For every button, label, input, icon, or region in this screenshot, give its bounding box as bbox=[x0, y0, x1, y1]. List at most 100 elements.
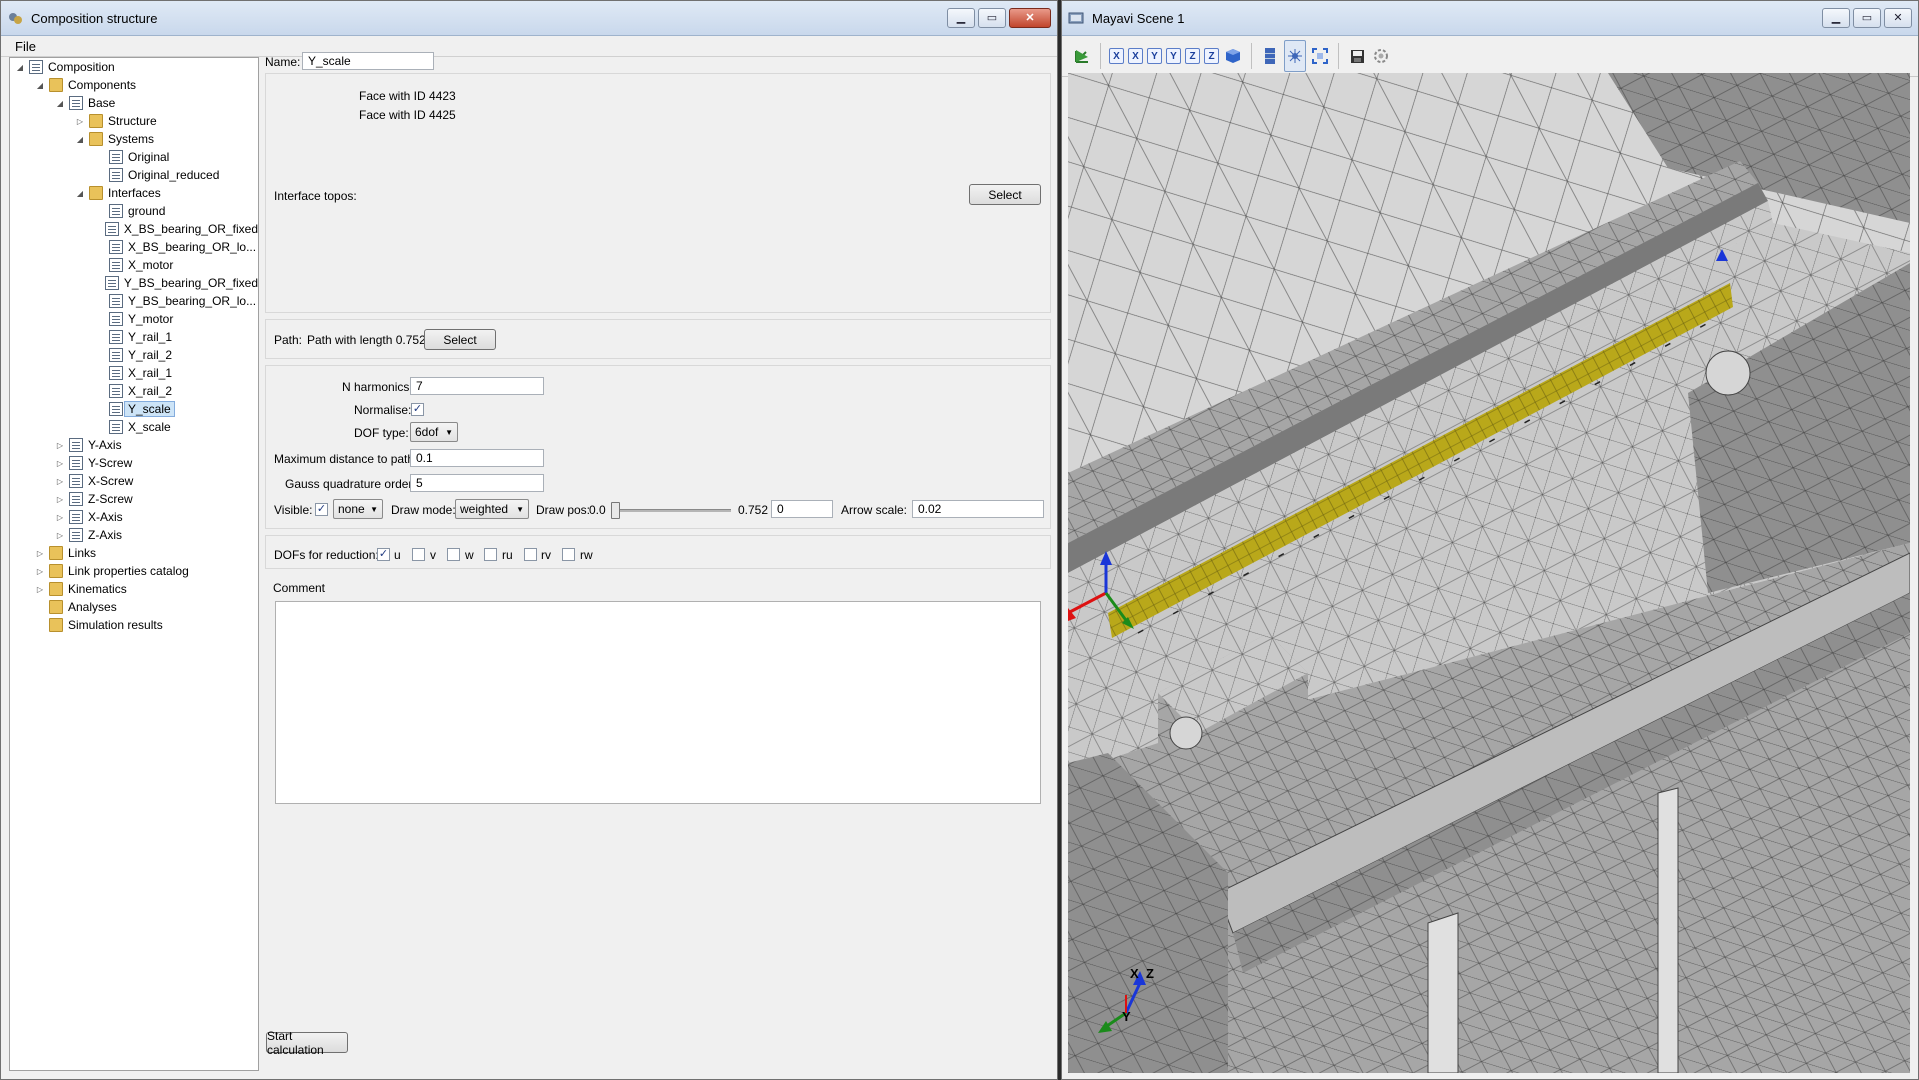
expand-right-icon[interactable]: ▷ bbox=[54, 513, 66, 522]
view-x-minus-icon[interactable]: X bbox=[1109, 48, 1124, 64]
tree-node[interactable]: X_BS_bearing_OR_fixed bbox=[10, 220, 258, 238]
minimize-button[interactable]: ▁ bbox=[947, 8, 975, 28]
expand-right-icon[interactable]: ▷ bbox=[34, 585, 46, 594]
tree-node[interactable]: ▷ Link properties catalog bbox=[10, 562, 258, 580]
tree-node[interactable]: ▷ Kinematics bbox=[10, 580, 258, 598]
view-y-plus-icon[interactable]: Y bbox=[1166, 48, 1181, 64]
pipeline-editor-icon[interactable] bbox=[1284, 40, 1306, 72]
view-z-plus-icon[interactable]: Z bbox=[1204, 48, 1219, 64]
maximize-button[interactable]: ▭ bbox=[1853, 8, 1881, 28]
gauss-order-input[interactable] bbox=[410, 474, 544, 492]
configure-scene-icon[interactable] bbox=[1371, 45, 1391, 67]
tree-node[interactable]: ▷ Y-Axis bbox=[10, 436, 258, 454]
tree-node[interactable]: ◢ Base bbox=[10, 94, 258, 112]
view-y-minus-icon[interactable]: Y bbox=[1147, 48, 1162, 64]
n-harmonics-input[interactable] bbox=[410, 377, 544, 395]
tree-node[interactable]: ▷ X-Screw bbox=[10, 472, 258, 490]
mayavi-titlebar[interactable]: Mayavi Scene 1 ▁ ▭ ✕ bbox=[1062, 1, 1918, 36]
tree-node[interactable]: ▷ Z-Axis bbox=[10, 526, 258, 544]
tree-node[interactable]: Y_rail_2 bbox=[10, 346, 258, 364]
tree-node[interactable]: ▷ Structure bbox=[10, 112, 258, 130]
expand-right-icon[interactable]: ▷ bbox=[74, 117, 86, 126]
tree-node[interactable]: ◢ Components bbox=[10, 76, 258, 94]
interface-select-button[interactable]: Select bbox=[969, 184, 1041, 205]
view-z-minus-icon[interactable]: Z bbox=[1185, 48, 1200, 64]
normalise-checkbox[interactable]: ✓ bbox=[411, 403, 424, 416]
tree-node[interactable]: ▷ Z-Screw bbox=[10, 490, 258, 508]
start-calculation-button[interactable]: Start calculation bbox=[266, 1029, 348, 1057]
path-select-button[interactable]: Select bbox=[424, 329, 496, 350]
tree-node[interactable]: Original_reduced bbox=[10, 166, 258, 184]
expand-down-icon[interactable]: ◢ bbox=[34, 81, 46, 90]
tree-node[interactable]: ground bbox=[10, 202, 258, 220]
tree-node[interactable]: Analyses bbox=[10, 598, 258, 616]
tree-node[interactable]: Y_rail_1 bbox=[10, 328, 258, 346]
maximize-button[interactable]: ▭ bbox=[978, 8, 1006, 28]
expand-down-icon[interactable]: ◢ bbox=[74, 135, 86, 144]
slider-handle[interactable] bbox=[611, 502, 620, 519]
face-item: Face with ID 4425 bbox=[359, 108, 456, 122]
tree-node[interactable]: ◢ Composition bbox=[10, 58, 258, 76]
parallel-projection-icon[interactable] bbox=[1260, 45, 1280, 67]
tree-node[interactable]: Y_BS_bearing_OR_lo... bbox=[10, 292, 258, 310]
draw-pos-slider[interactable] bbox=[611, 502, 731, 519]
close-button[interactable]: ✕ bbox=[1884, 8, 1912, 28]
expand-down-icon[interactable]: ◢ bbox=[54, 99, 66, 108]
expand-right-icon[interactable]: ▷ bbox=[34, 567, 46, 576]
composition-tree[interactable]: ◢ Composition ◢ Components ◢ Base ▷ Structure ◢ S… bbox=[9, 57, 259, 1071]
dof-type-select[interactable]: 6dof ▼ bbox=[410, 422, 458, 442]
comment-textarea[interactable] bbox=[275, 601, 1041, 804]
expand-down-icon[interactable]: ◢ bbox=[14, 63, 26, 72]
dof-v-checkbox[interactable] bbox=[412, 548, 425, 561]
expand-right-icon[interactable]: ▷ bbox=[34, 549, 46, 558]
full-screen-icon[interactable] bbox=[1310, 45, 1330, 67]
expand-right-icon[interactable]: ▷ bbox=[54, 459, 66, 468]
isometric-view-icon[interactable] bbox=[1072, 45, 1092, 67]
menu-file[interactable]: File bbox=[15, 39, 36, 54]
dof-w-checkbox[interactable] bbox=[447, 548, 460, 561]
expand-right-icon[interactable]: ▷ bbox=[54, 495, 66, 504]
tree-node[interactable]: Y_BS_bearing_OR_fixed bbox=[10, 274, 258, 292]
tree-node[interactable]: ▷ X-Axis bbox=[10, 508, 258, 526]
minimize-button[interactable]: ▁ bbox=[1822, 8, 1850, 28]
name-input[interactable] bbox=[302, 52, 434, 70]
dof-rv-checkbox[interactable] bbox=[524, 548, 537, 561]
tree-node[interactable]: X_motor bbox=[10, 256, 258, 274]
tree-node[interactable]: X_scale bbox=[10, 418, 258, 436]
expand-right-icon[interactable]: ▷ bbox=[54, 477, 66, 486]
tree-node[interactable]: ◢ Interfaces bbox=[10, 184, 258, 202]
visible-select[interactable]: none ▼ bbox=[333, 499, 383, 519]
save-snapshot-icon[interactable] bbox=[1347, 45, 1367, 67]
folder-icon bbox=[89, 186, 103, 200]
tree-node[interactable]: ◢ Systems bbox=[10, 130, 258, 148]
draw-pos-input[interactable] bbox=[771, 500, 833, 518]
view-x-plus-icon[interactable]: X bbox=[1128, 48, 1143, 64]
dof-ru-checkbox[interactable] bbox=[484, 548, 497, 561]
expand-down-icon[interactable]: ◢ bbox=[74, 189, 86, 198]
view-iso-cube-icon[interactable] bbox=[1223, 45, 1243, 67]
dof-u-checkbox[interactable]: ✓ bbox=[377, 548, 390, 561]
composition-titlebar[interactable]: Composition structure ▁ ▭ ✕ bbox=[1, 1, 1057, 36]
3d-scene-viewport[interactable]: X Z Y bbox=[1068, 73, 1910, 1073]
dof-rw-checkbox[interactable] bbox=[562, 548, 575, 561]
expand-right-icon[interactable]: ▷ bbox=[54, 531, 66, 540]
tree-node[interactable]: X_rail_1 bbox=[10, 364, 258, 382]
tree-node[interactable]: Original bbox=[10, 148, 258, 166]
app-icon bbox=[7, 10, 23, 26]
visible-label: Visible: bbox=[274, 503, 313, 517]
expand-right-icon[interactable]: ▷ bbox=[54, 441, 66, 450]
arrow-scale-input[interactable] bbox=[912, 500, 1044, 518]
visible-checkbox[interactable]: ✓ bbox=[315, 503, 328, 516]
tree-node[interactable]: X_rail_2 bbox=[10, 382, 258, 400]
tree-node[interactable]: ▷ Links bbox=[10, 544, 258, 562]
tree-node[interactable]: Simulation results bbox=[10, 616, 258, 634]
max-distance-input[interactable] bbox=[410, 449, 544, 467]
close-button[interactable]: ✕ bbox=[1009, 8, 1051, 28]
tree-node[interactable]: Y_motor bbox=[10, 310, 258, 328]
tree-node[interactable]: ▷ Y-Screw bbox=[10, 454, 258, 472]
folder-icon bbox=[89, 132, 103, 146]
tree-node[interactable]: Y_scale bbox=[10, 400, 258, 418]
folder-icon bbox=[89, 114, 103, 128]
tree-node[interactable]: X_BS_bearing_OR_lo... bbox=[10, 238, 258, 256]
draw-mode-select[interactable]: weighted ▼ bbox=[455, 499, 529, 519]
